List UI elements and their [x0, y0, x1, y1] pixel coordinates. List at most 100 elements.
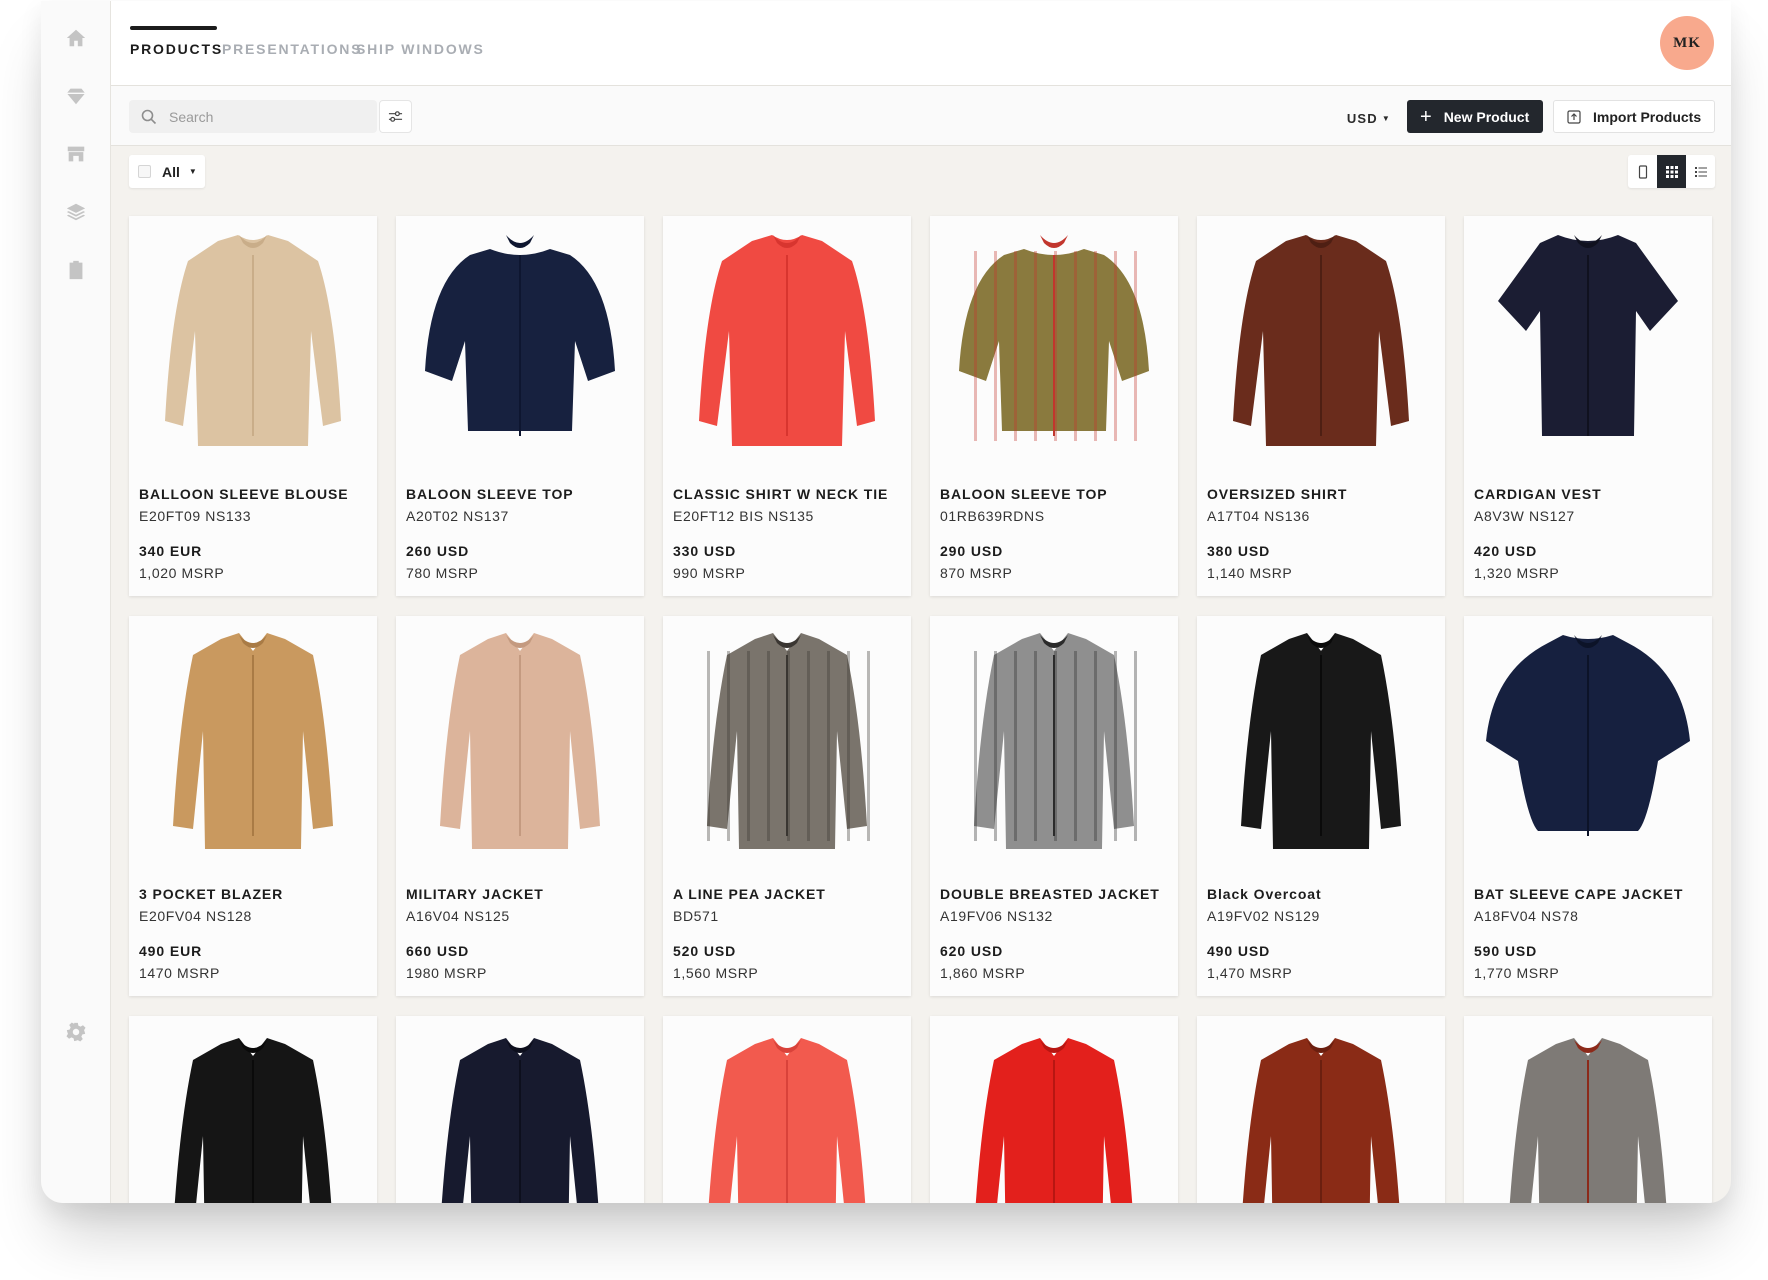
fabric-pattern-stripe [1014, 651, 1017, 841]
garment-illustration [1233, 235, 1409, 446]
product-image [396, 1016, 644, 1203]
garment-illustration [699, 235, 875, 446]
product-name: CARDIGAN VEST [1474, 486, 1602, 502]
clipboard-icon[interactable] [65, 259, 87, 281]
product-price: 380 USD [1207, 543, 1271, 559]
product-image [129, 616, 377, 866]
select-all-label: All [162, 163, 180, 180]
product-image [396, 216, 644, 466]
tab-products[interactable]: PRODUCTS [130, 41, 223, 57]
product-name: BALOON SLEEVE TOP [940, 486, 1108, 502]
fabric-pattern-stripe [1094, 651, 1097, 841]
garment-illustration [1241, 633, 1401, 849]
product-name: BALLOON SLEEVE BLOUSE [139, 486, 349, 502]
product-card[interactable]: BALOON SLEEVE TOP 01RB639RDNS 290 USD 87… [930, 216, 1178, 596]
product-card[interactable] [129, 1016, 377, 1203]
garment-illustration [975, 1038, 1133, 1203]
product-card[interactable] [1464, 1016, 1712, 1203]
product-price: 330 USD [673, 543, 737, 559]
product-image [1197, 616, 1445, 866]
product-card[interactable]: 3 POCKET BLAZER E20FV04 NS128 490 EUR 14… [129, 616, 377, 996]
tab-presentations[interactable]: PRESENTATIONS [222, 41, 362, 57]
gem-icon[interactable] [65, 85, 87, 107]
fabric-pattern-stripe [787, 651, 790, 841]
product-sku: A17T04 NS136 [1207, 508, 1310, 524]
product-price: 520 USD [673, 943, 737, 959]
user-avatar[interactable]: MK [1660, 16, 1714, 70]
product-image [129, 1016, 377, 1203]
fabric-pattern-stripe [1114, 651, 1117, 841]
product-msrp: 1,470 MSRP [1207, 965, 1293, 981]
product-image [663, 616, 911, 866]
product-sku: A19FV02 NS129 [1207, 908, 1320, 924]
garment-illustration [974, 633, 1137, 849]
home-icon[interactable] [65, 27, 87, 49]
sliders-icon [388, 111, 403, 122]
product-card[interactable]: A LINE PEA JACKET BD571 520 USD 1,560 MS… [663, 616, 911, 996]
product-sku: E20FT12 BIS NS135 [673, 508, 814, 524]
fabric-pattern-stripe [1034, 251, 1037, 441]
garment-illustration [165, 235, 341, 446]
product-card[interactable]: MILITARY JACKET A16V04 NS125 660 USD 198… [396, 616, 644, 996]
grid-view-button[interactable] [1657, 155, 1686, 188]
product-image [129, 216, 377, 466]
product-price: 490 USD [1207, 943, 1271, 959]
product-card[interactable] [1197, 1016, 1445, 1203]
product-name: Black Overcoat [1207, 886, 1322, 902]
product-image [930, 1016, 1178, 1203]
store-icon[interactable] [65, 143, 87, 165]
product-image [1197, 1016, 1445, 1203]
currency-label: USD [1346, 111, 1378, 126]
product-msrp: 1470 MSRP [139, 965, 220, 981]
currency-dropdown[interactable]: USD ▼ [1347, 111, 1391, 126]
single-view-button[interactable] [1628, 155, 1657, 188]
product-sku: A19FV06 NS132 [940, 908, 1053, 924]
fabric-pattern-stripe [994, 651, 997, 841]
layers-icon[interactable] [65, 201, 87, 223]
product-card[interactable]: DOUBLE BREASTED JACKET A19FV06 NS132 620… [930, 616, 1178, 996]
fabric-pattern-stripe [1074, 651, 1077, 841]
product-card[interactable] [396, 1016, 644, 1203]
new-product-button[interactable]: + New Product [1407, 100, 1543, 133]
product-card[interactable]: OVERSIZED SHIRT A17T04 NS136 380 USD 1,1… [1197, 216, 1445, 596]
garment-illustration [441, 1038, 599, 1203]
fabric-pattern-stripe [974, 251, 977, 441]
select-all-dropdown[interactable]: All ▼ [129, 155, 205, 188]
product-image [663, 216, 911, 466]
product-card[interactable]: CARDIGAN VEST A8V3W NS127 420 USD 1,320 … [1464, 216, 1712, 596]
fabric-pattern-stripe [1054, 651, 1057, 841]
toolbar: USD▼ + New Product Import Products [111, 86, 1731, 146]
fabric-pattern-stripe [1094, 251, 1097, 441]
product-card[interactable]: CLASSIC SHIRT W NECK TIE E20FT12 BIS NS1… [663, 216, 911, 596]
app-window: PRODUCTS PRESENTATIONS SHIP WINDOWS MK U… [41, 1, 1731, 1203]
new-product-label: New Product [1443, 108, 1530, 125]
list-view-icon [1694, 166, 1707, 177]
product-price: 490 EUR [139, 943, 203, 959]
import-products-button[interactable]: Import Products [1553, 100, 1715, 133]
product-image [1197, 216, 1445, 466]
product-card[interactable]: BAT SLEEVE CAPE JACKET A18FV04 NS78 590 … [1464, 616, 1712, 996]
product-name: BAT SLEEVE CAPE JACKET [1474, 886, 1684, 902]
sidebar [41, 1, 111, 1203]
garment-collar [1040, 235, 1068, 248]
product-name: DOUBLE BREASTED JACKET [940, 886, 1160, 902]
product-name: 3 POCKET BLAZER [139, 886, 284, 902]
filter-settings-button[interactable] [379, 100, 412, 133]
list-view-button[interactable] [1686, 155, 1715, 188]
product-image [663, 1016, 911, 1203]
product-card[interactable] [663, 1016, 911, 1203]
product-card[interactable]: BALLOON SLEEVE BLOUSE E20FT09 NS133 340 … [129, 216, 377, 596]
gear-icon[interactable] [65, 1021, 87, 1043]
search-box [129, 100, 377, 133]
product-sku: E20FT09 NS133 [139, 508, 252, 524]
product-price: 260 USD [406, 543, 470, 559]
select-all-checkbox[interactable] [138, 165, 151, 178]
tab-ship-windows[interactable]: SHIP WINDOWS [356, 41, 485, 57]
search-input[interactable] [169, 108, 359, 125]
product-card[interactable]: Black Overcoat A19FV02 NS129 490 USD 1,4… [1197, 616, 1445, 996]
product-card[interactable] [930, 1016, 1178, 1203]
product-msrp: 990 MSRP [673, 565, 746, 581]
fabric-pattern-stripe [974, 651, 977, 841]
product-card[interactable]: BALOON SLEEVE TOP A20T02 NS137 260 USD 7… [396, 216, 644, 596]
fabric-pattern-stripe [847, 651, 850, 841]
